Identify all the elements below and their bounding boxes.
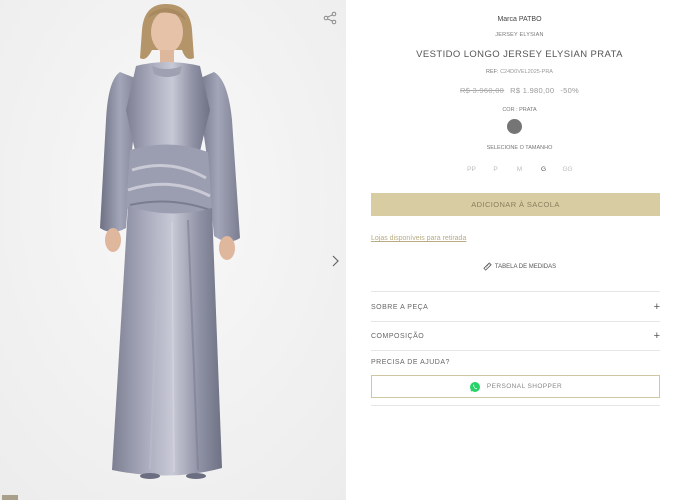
collection-name: JERSEY ELYSIAN (495, 32, 544, 38)
size-label: SELECIONE O TAMANHO (486, 145, 553, 151)
product-info-panel: Marca PATBO JERSEY ELYSIAN VESTIDO LONGO… (347, 0, 692, 500)
ruler-icon (483, 262, 492, 271)
price-current: R$ 1.980,00 (510, 86, 555, 95)
color-label: COR : PRATA (502, 107, 537, 113)
size-option-gg[interactable]: GG (556, 166, 580, 173)
product-ref: REF: C24D0VEL2025-PRA (347, 69, 692, 75)
size-option-pp[interactable]: PP (460, 166, 484, 173)
size-option-g[interactable]: G (532, 166, 556, 173)
size-option-p[interactable]: P (484, 166, 508, 173)
price-row: R$ 3.960,00 R$ 1.980,00 -50% (347, 86, 692, 95)
price-old: R$ 3.960,00 (459, 86, 505, 95)
accordion-sobre-a-peca[interactable]: SOBRE A PEÇA + (371, 298, 660, 316)
divider (371, 350, 660, 351)
share-icon[interactable] (323, 11, 337, 25)
size-table-label: TABELA DE MEDIDAS (494, 263, 557, 270)
product-title: VESTIDO LONGO JERSEY ELYSIAN PRATA (416, 49, 623, 60)
ref-label: REF: (486, 69, 501, 75)
chevron-right-icon[interactable] (331, 253, 341, 269)
divider (371, 321, 660, 322)
product-photo[interactable] (0, 0, 346, 500)
size-option-m[interactable]: M (508, 166, 532, 173)
accordion-label: SOBRE A PEÇA (371, 303, 429, 311)
product-gallery (0, 0, 346, 500)
personal-shopper-button[interactable]: PERSONAL SHOPPER (371, 375, 660, 398)
gallery-indicator[interactable] (2, 495, 18, 500)
divider (371, 291, 660, 292)
size-selector: PP P M G GG (347, 166, 692, 173)
add-to-bag-button[interactable]: ADICIONAR À SACOLA (371, 193, 660, 216)
whatsapp-icon (469, 381, 480, 392)
ref-code: C24D0VEL2025-PRA (500, 69, 553, 75)
plus-icon: + (653, 300, 660, 313)
stores-pickup-link[interactable]: Lojas disponíveis para retirada (371, 235, 466, 242)
color-swatch-prata[interactable] (507, 119, 522, 134)
personal-shopper-label: PERSONAL SHOPPER (486, 383, 563, 390)
brand-name: Marca PATBO (497, 16, 542, 23)
divider (371, 405, 660, 406)
size-table-link[interactable]: TABELA DE MEDIDAS (347, 262, 692, 271)
plus-icon: + (653, 329, 660, 342)
accordion-label: COMPOSIÇÃO (371, 332, 425, 340)
accordion-composicao[interactable]: COMPOSIÇÃO + (371, 327, 660, 345)
discount-badge: -50% (560, 86, 580, 95)
help-heading: PRECISA DE AJUDA? (371, 359, 450, 366)
